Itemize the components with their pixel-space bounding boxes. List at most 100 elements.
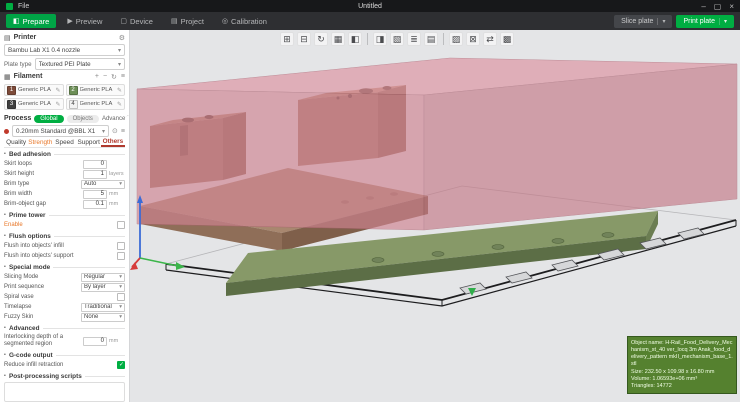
tab-preview[interactable]: ▶ Preview xyxy=(60,14,109,28)
chevron-down-icon: ▾ xyxy=(719,18,727,25)
edit-filament-icon[interactable]: ✎ xyxy=(117,87,122,94)
printer-select[interactable]: Bambu Lab X1 0.4 nozzle ▾ xyxy=(4,44,125,56)
group-icon: ▪ xyxy=(4,151,6,157)
close-button[interactable]: × xyxy=(729,2,734,11)
setting-label: Skirt height xyxy=(4,171,81,178)
project-icon: ▤ xyxy=(171,17,178,25)
select-value: By layer xyxy=(84,284,119,290)
edit-filament-icon[interactable]: ✎ xyxy=(117,101,122,108)
filament-slot-2[interactable]: 2 Generic PLA ✎ xyxy=(66,84,126,96)
text-shape-icon[interactable]: ⊠ xyxy=(466,32,480,46)
edit-filament-icon[interactable]: ✎ xyxy=(55,101,60,108)
flush-infill-checkbox[interactable] xyxy=(117,242,125,250)
brim-type-select[interactable]: Auto▾ xyxy=(81,180,125,189)
split-objects-icon[interactable]: ◧ xyxy=(348,32,362,46)
filament-icon: ▦ xyxy=(4,73,11,81)
add-filament-button[interactable]: + xyxy=(95,73,99,81)
minimize-button[interactable]: – xyxy=(701,2,705,11)
settings-sidebar: ▤ Printer ⚙ Bambu Lab X1 0.4 nozzle ▾ Pl… xyxy=(0,30,130,402)
interlocking-depth-input[interactable]: 0 xyxy=(83,337,107,346)
sync-filament-icon[interactable]: ↻ xyxy=(111,73,117,81)
plate-type-select[interactable]: Textured PEI Plate ▾ xyxy=(35,58,125,70)
tab-quality[interactable]: Quality xyxy=(4,139,28,146)
chevron-down-icon: ▾ xyxy=(118,47,121,54)
slice-plate-button[interactable]: Slice plate ▾ xyxy=(614,15,672,28)
filament-slot-1[interactable]: 1 Generic PLA ✎ xyxy=(4,84,64,96)
filament-slot-4[interactable]: 4 Generic PLA ✎ xyxy=(66,98,126,110)
unit-label: layers xyxy=(109,171,125,177)
filament-color-swatch: 4 xyxy=(69,100,78,109)
tab-project[interactable]: ▤ Project xyxy=(164,14,211,28)
object-info-tooltip: Object name: H-Rail_Food_Delivery_Mechan… xyxy=(627,336,737,394)
tab-calibration[interactable]: ◎ Calibration xyxy=(215,14,274,28)
printer-settings-icon[interactable]: ⚙ xyxy=(119,34,125,42)
setting-label: Brim type xyxy=(4,181,79,188)
spiral-vase-checkbox[interactable] xyxy=(117,293,125,301)
tab-device[interactable]: ▢ Device xyxy=(113,14,160,28)
tab-prepare[interactable]: ◧ Prepare xyxy=(6,14,56,28)
remove-filament-button[interactable]: − xyxy=(103,73,107,81)
filament-name: Generic PLA xyxy=(80,101,115,107)
reduce-infill-retraction-checkbox[interactable] xyxy=(117,361,125,369)
group-advanced: ▪ Advanced xyxy=(4,323,125,333)
skirt-loops-input[interactable]: 0 xyxy=(83,160,107,169)
preset-menu-icon[interactable]: ≡ xyxy=(121,128,125,135)
assembly-view-icon[interactable]: ▩ xyxy=(500,32,514,46)
group-bed-adhesion: ▪ Bed adhesion xyxy=(4,149,125,159)
fill-color-icon[interactable]: ▧ xyxy=(390,32,404,46)
select-value: Regular xyxy=(84,274,119,280)
process-objects-toggle[interactable]: Objects xyxy=(67,115,99,123)
maximize-button[interactable]: ▢ xyxy=(714,2,722,11)
title-bar: File Untitled – ▢ × xyxy=(0,0,740,12)
unit-label: mm xyxy=(109,338,125,344)
process-preset-select[interactable]: 0.20mm Standard @BBL X1 ▾ xyxy=(12,125,109,137)
filament-list-icon[interactable]: ≡ xyxy=(121,73,125,81)
flush-support-checkbox[interactable] xyxy=(117,252,125,260)
print-plate-button[interactable]: Print plate ▾ xyxy=(676,15,734,28)
filament-name: Generic PLA xyxy=(18,87,53,93)
setting-label: Reduce infill retraction xyxy=(4,362,115,369)
group-prime-tower: ▪ Prime tower xyxy=(4,210,125,220)
setting-label: Interlocking depth of a segmented region xyxy=(4,334,81,347)
group-flush-options: ▪ Flush options xyxy=(4,231,125,241)
file-menu[interactable]: File xyxy=(18,3,29,10)
add-icon[interactable]: ⊞ xyxy=(280,32,294,46)
tab-speed[interactable]: Speed xyxy=(52,139,76,146)
tab-label: Prepare xyxy=(23,17,50,26)
setting-label: Enable xyxy=(4,222,115,229)
variable-layer-height-icon[interactable]: ≣ xyxy=(407,32,421,46)
brim-object-gap-input[interactable]: 0.1 xyxy=(83,200,107,209)
fuzzy-skin-select[interactable]: None▾ xyxy=(81,313,125,322)
process-global-toggle[interactable]: Global xyxy=(34,115,63,123)
group-title: Advanced xyxy=(9,325,40,332)
pink-modifier-object[interactable] xyxy=(137,58,737,230)
auto-orient-icon[interactable]: ↻ xyxy=(314,32,328,46)
tab-bar: ◧ Prepare ▶ Preview ▢ Device ▤ Project ◎… xyxy=(0,12,740,30)
window-title: Untitled xyxy=(0,3,740,10)
measure-icon[interactable]: ⇄ xyxy=(483,32,497,46)
prime-tower-enable-checkbox[interactable] xyxy=(117,221,125,229)
edit-filament-icon[interactable]: ✎ xyxy=(55,87,60,94)
printer-name: Bambu Lab X1 0.4 nozzle xyxy=(8,47,118,54)
tab-others[interactable]: Others xyxy=(101,138,125,147)
search-icon[interactable]: ⊙ xyxy=(112,127,118,135)
filament-slot-3[interactable]: 3 Generic PLA ✎ xyxy=(4,98,64,110)
viewport-3d[interactable]: ⊞ ⊟ ↻ ▦ ◧ ◨ ▧ ≣ ▤ ▨ ⊠ ⇄ ▩ xyxy=(130,30,740,402)
skirt-height-input[interactable]: 1 xyxy=(83,170,107,179)
slicing-mode-select[interactable]: Regular▾ xyxy=(81,273,125,282)
brim-width-input[interactable]: 5 xyxy=(83,190,107,199)
filament-color-swatch: 3 xyxy=(7,100,16,109)
tab-support[interactable]: Support xyxy=(77,139,101,146)
print-sequence-select[interactable]: By layer▾ xyxy=(81,283,125,292)
filament-grid: 1 Generic PLA ✎ 2 Generic PLA ✎ 3 Generi… xyxy=(4,84,125,110)
tab-label: Preview xyxy=(76,17,103,26)
post-processing-scripts-input[interactable] xyxy=(4,382,125,402)
select-value: None xyxy=(84,314,119,320)
timelapse-select[interactable]: Traditional▾ xyxy=(81,303,125,312)
arrange-icon[interactable]: ▦ xyxy=(331,32,345,46)
add-plate-icon[interactable]: ⊟ xyxy=(297,32,311,46)
tab-strength[interactable]: Strength xyxy=(28,139,52,146)
seam-paint-icon[interactable]: ▨ xyxy=(449,32,463,46)
split-parts-icon[interactable]: ◨ xyxy=(373,32,387,46)
support-paint-icon[interactable]: ▤ xyxy=(424,32,438,46)
